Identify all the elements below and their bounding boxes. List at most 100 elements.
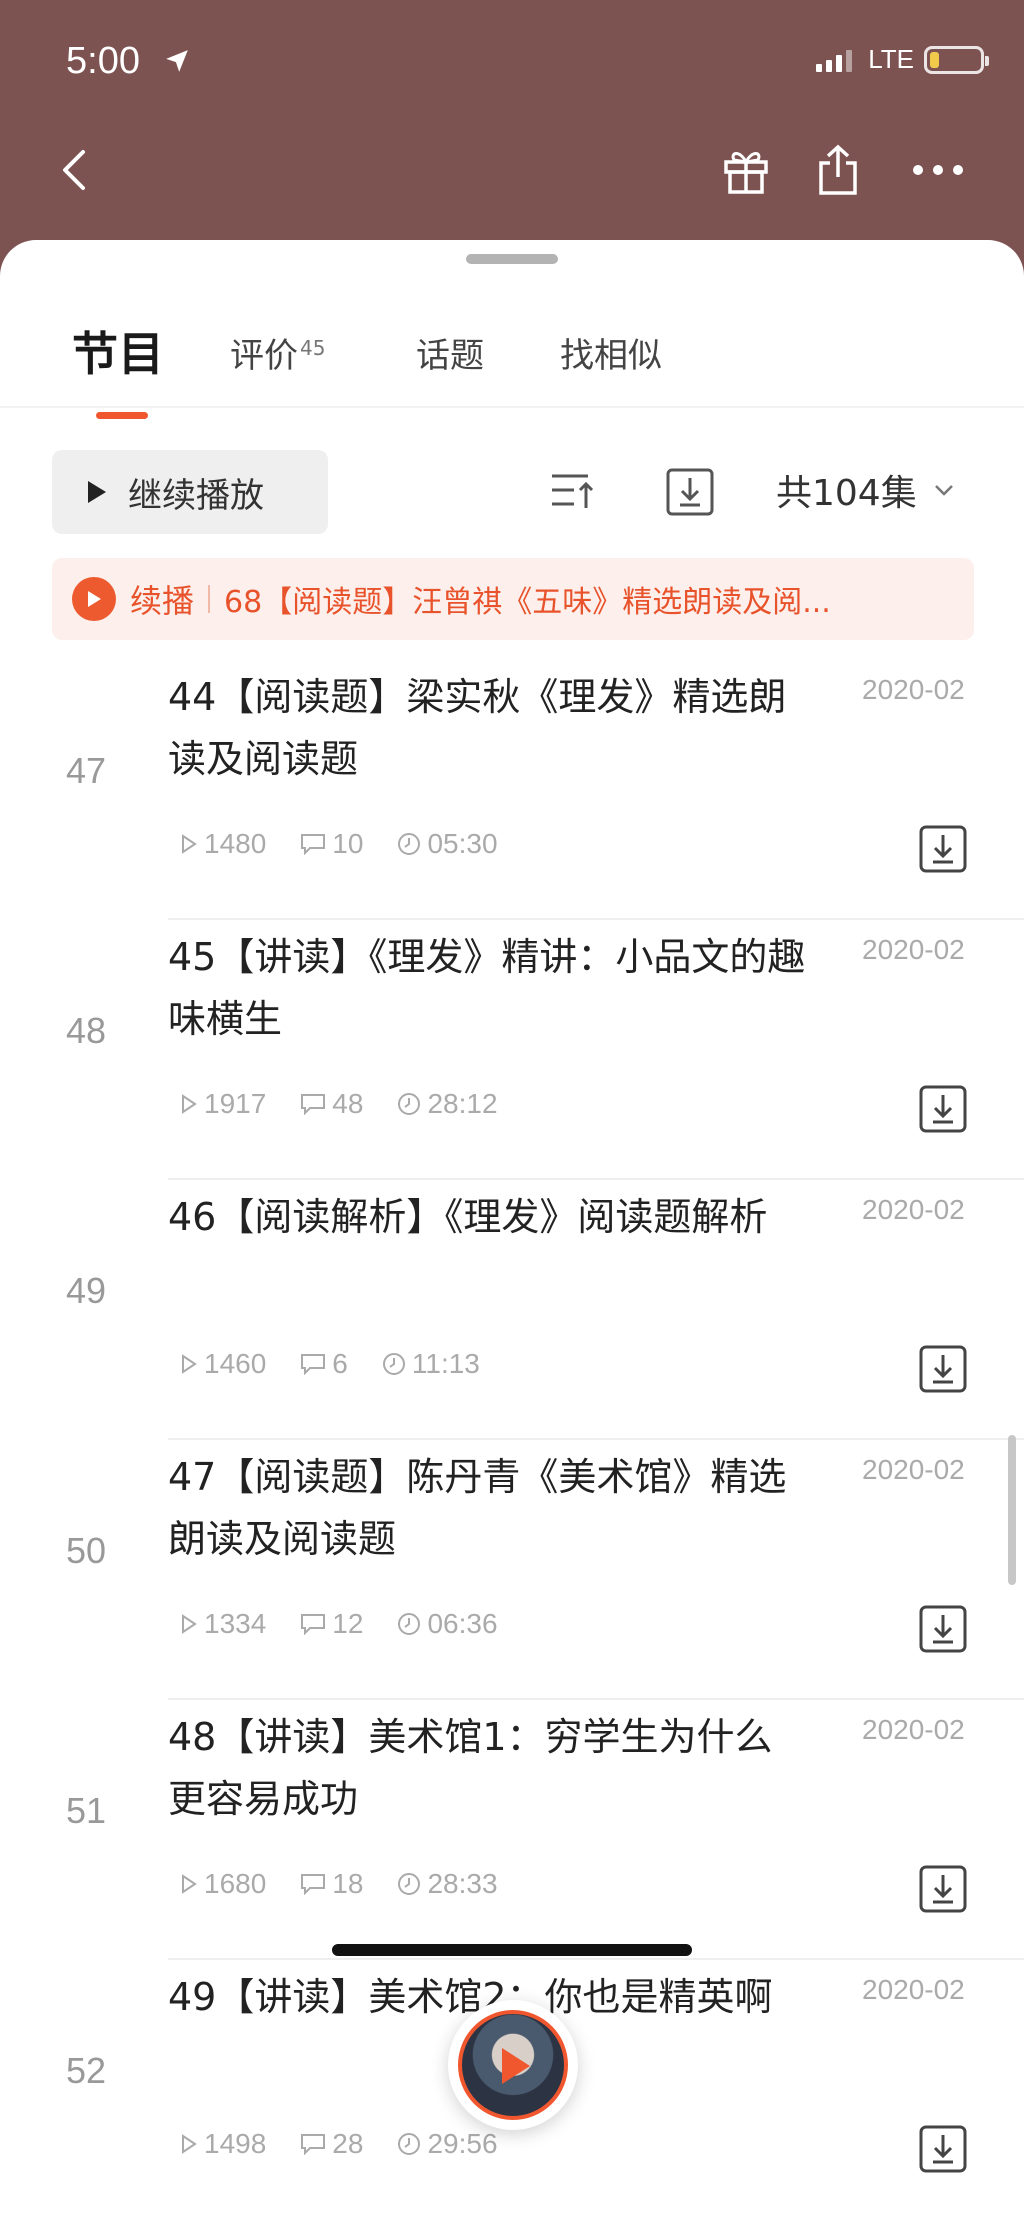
play-count-value: 1680 (204, 1868, 267, 1899)
duration: 11:13 (382, 1348, 480, 1380)
share-button[interactable] (808, 140, 868, 200)
play-count-value: 1334 (204, 1608, 267, 1639)
episode-index: 49 (66, 1270, 107, 1311)
play-count: 1334 (180, 1608, 266, 1640)
episode-list: 47 44【阅读题】梁实秋《理发》精选朗读及阅读题 2020-02 1480 1… (0, 660, 1024, 2215)
comment-count-value: 12 (332, 1608, 364, 1639)
episode-meta: 1917 48 28:12 (180, 1088, 498, 1120)
comment-count: 10 (300, 828, 363, 860)
clock-icon (398, 2133, 421, 2155)
episode-meta: 1334 12 06:36 (180, 1608, 498, 1640)
episode-date: 2020-02 (862, 1974, 965, 2005)
episode-row[interactable]: 48 45【讲读】《理发》精讲：小品文的趣味横生 2020-02 1917 48… (0, 920, 1024, 1180)
continue-play-label: 继续播放 (128, 475, 264, 516)
episode-title: 44【阅读题】梁实秋《理发》精选朗读及阅读题 (168, 675, 787, 781)
episode-title: 46【阅读解析】《理发》阅读题解析 (168, 1195, 768, 1239)
play-count-icon (182, 834, 197, 854)
episode-index: 47 (66, 750, 107, 791)
comment-count: 18 (300, 1868, 363, 1900)
episode-meta: 1460 6 11:13 (180, 1348, 480, 1380)
clock-icon (382, 1353, 405, 1375)
duration: 28:33 (397, 1868, 498, 1900)
duration-value: 06:36 (427, 1608, 498, 1639)
download-all-icon[interactable] (664, 466, 716, 518)
download-icon[interactable] (918, 1084, 968, 1134)
duration: 29:56 (397, 2128, 498, 2160)
clock-icon (398, 1873, 421, 1895)
episode-index: 51 (66, 1790, 107, 1831)
sort-icon[interactable] (548, 466, 600, 518)
play-count: 1480 (180, 828, 266, 860)
episode-row[interactable]: 47 44【阅读题】梁实秋《理发》精选朗读及阅读题 2020-02 1480 1… (0, 660, 1024, 920)
episode-count-label: 共104集 (776, 473, 917, 514)
episode-title: 47【阅读题】陈丹青《美术馆》精选朗读及阅读题 (168, 1455, 787, 1561)
gift-button[interactable] (716, 140, 776, 200)
play-count-value: 1460 (204, 1348, 267, 1379)
duration: 06:36 (397, 1608, 498, 1640)
home-indicator (332, 1944, 692, 1956)
play-count: 1680 (180, 1868, 266, 1900)
mini-player[interactable] (448, 2000, 578, 2130)
play-count-value: 1917 (204, 1088, 267, 1119)
resume-play-icon (72, 577, 116, 621)
episode-row[interactable]: 50 47【阅读题】陈丹青《美术馆》精选朗读及阅读题 2020-02 1334 … (0, 1440, 1024, 1700)
sheet-grabber[interactable] (466, 254, 558, 264)
episode-date: 2020-02 (862, 674, 965, 705)
tab-reviews[interactable]: 评价 45 (230, 328, 325, 377)
clock-icon (398, 833, 421, 855)
duration: 05:30 (397, 828, 498, 860)
download-icon[interactable] (918, 1344, 968, 1394)
comment-count: 6 (300, 1348, 348, 1380)
chevron-down-icon (934, 485, 953, 496)
episode-date: 2020-02 (862, 1714, 965, 1745)
duration-value: 28:33 (427, 1868, 498, 1899)
continue-play-button[interactable]: 继续播放 (52, 450, 328, 534)
episode-index: 50 (66, 1530, 107, 1571)
status-bar: 5:00 LTE (0, 0, 1024, 120)
download-icon[interactable] (918, 1604, 968, 1654)
tab-programs[interactable]: 节目 (72, 318, 164, 384)
download-icon[interactable] (918, 1864, 968, 1914)
duration: 28:12 (397, 1088, 498, 1120)
comment-count-value: 6 (332, 1348, 348, 1379)
duration-value: 11:13 (411, 1348, 480, 1379)
comment-icon (301, 1614, 326, 1635)
comment-icon (301, 1354, 326, 1375)
play-count: 1498 (180, 2128, 266, 2160)
play-count: 1460 (180, 1348, 266, 1380)
resume-title: 68【阅读题】汪曾祺《五味》精选朗读及阅... (224, 585, 831, 620)
play-count: 1917 (180, 1088, 266, 1120)
episode-count-dropdown[interactable]: 共104集 (776, 464, 955, 516)
tab-similar[interactable]: 找相似 (560, 328, 662, 377)
play-icon (502, 2048, 530, 2084)
resume-divider (208, 585, 211, 613)
comment-count: 48 (300, 1088, 363, 1120)
active-tab-indicator (96, 412, 148, 419)
comment-count: 28 (300, 2128, 363, 2160)
episode-title: 45【讲读】《理发》精讲：小品文的趣味横生 (168, 935, 806, 1041)
play-count-icon (182, 1874, 197, 1894)
nav-bar (0, 120, 1024, 220)
back-button[interactable] (44, 140, 104, 200)
episode-meta: 1480 10 05:30 (180, 828, 498, 860)
comment-icon (301, 834, 326, 855)
download-icon[interactable] (918, 824, 968, 874)
more-dots-icon (913, 165, 963, 175)
resume-banner[interactable]: 续播 68【阅读题】汪曾祺《五味》精选朗读及阅... (52, 558, 974, 640)
scrollbar[interactable] (1008, 1435, 1016, 1585)
status-time: 5:00 (66, 40, 140, 82)
more-button[interactable] (908, 140, 968, 200)
tab-topics[interactable]: 话题 (416, 328, 484, 377)
comment-icon (301, 2134, 326, 2155)
episode-row[interactable]: 49 46【阅读解析】《理发》阅读题解析 2020-02 1460 6 11:1… (0, 1180, 1024, 1440)
download-icon[interactable] (918, 2124, 968, 2174)
comment-icon (301, 1874, 326, 1895)
play-count-value: 1498 (204, 2128, 267, 2159)
episode-date: 2020-02 (862, 934, 965, 965)
play-count-icon (182, 2134, 197, 2154)
clock-icon (398, 1093, 421, 1115)
resume-label: 续播 (130, 582, 195, 620)
play-count-icon (182, 1354, 197, 1374)
episode-index: 52 (66, 2050, 107, 2091)
episode-row[interactable]: 51 48【讲读】美术馆1：穷学生为什么更容易成功 2020-02 1680 1… (0, 1700, 1024, 1960)
